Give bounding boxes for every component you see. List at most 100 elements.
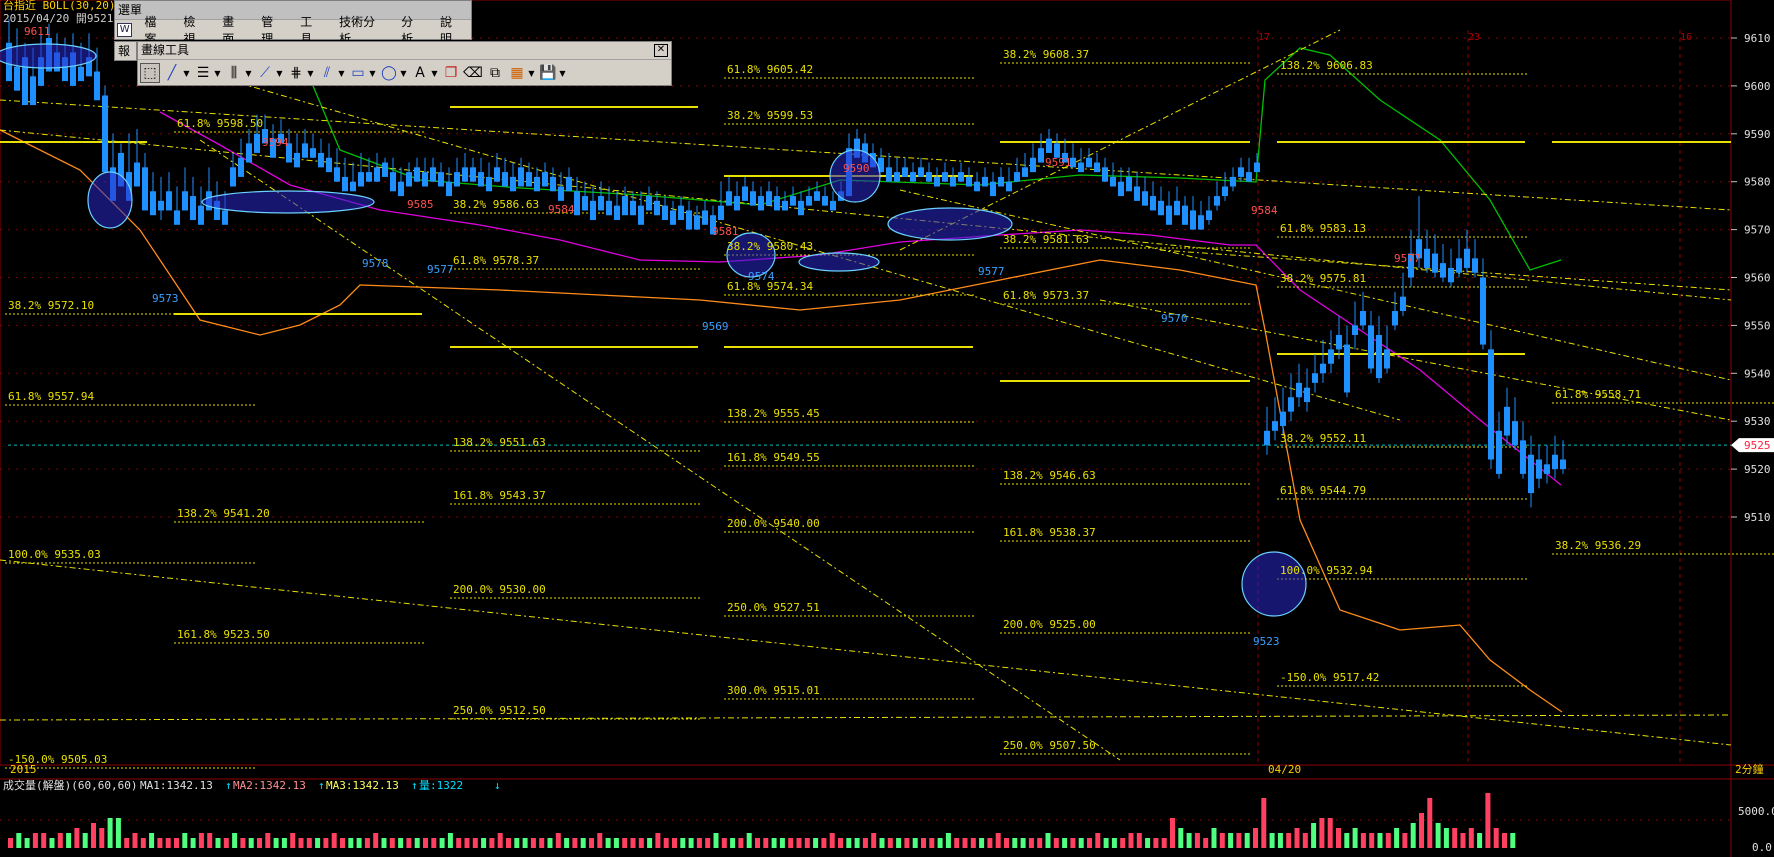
candle-body <box>734 196 740 211</box>
price-tick-label: 9610 <box>1744 32 1771 45</box>
candle-body <box>542 172 548 187</box>
fib-level-label: 138.2% 9551.63 <box>453 436 546 449</box>
volume-bar <box>331 833 337 848</box>
volume-bar <box>622 838 628 848</box>
channel-tool-button[interactable]: ⫽ ▼ <box>317 62 346 84</box>
chevron-down-icon[interactable]: ▼ <box>306 69 315 78</box>
fib-level-label: 38.2% 9572.10 <box>8 299 94 312</box>
volume-bar <box>937 838 943 848</box>
volume-bar <box>298 838 304 848</box>
chevron-down-icon[interactable]: ▼ <box>399 69 408 78</box>
chevron-down-icon[interactable]: ▼ <box>337 69 346 78</box>
chevron-down-icon[interactable]: ▼ <box>368 69 377 78</box>
volume-bar <box>1211 828 1217 848</box>
clone-tool-button[interactable]: ⧉ <box>485 62 505 84</box>
candle-body <box>966 176 972 187</box>
candle-body <box>1344 344 1350 393</box>
volume-bar <box>290 833 296 848</box>
timeframe-label[interactable]: 2分鐘 <box>1735 762 1764 776</box>
pivot-label: 9573 <box>152 292 179 305</box>
candle-body <box>982 176 988 187</box>
pivot-label: 9611 <box>24 25 51 38</box>
rect-tool-button[interactable]: ▭ ▼ <box>348 62 377 84</box>
pivot-label: 9569 <box>702 320 729 333</box>
candle-body <box>558 186 564 201</box>
chevron-down-icon[interactable]: ▼ <box>430 69 439 78</box>
volume-bar <box>1194 833 1200 848</box>
fib-level-label: -150.0% 9517.42 <box>1280 671 1379 684</box>
chevron-down-icon[interactable]: ▼ <box>182 69 191 78</box>
volume-bar <box>1385 833 1391 848</box>
chevron-down-icon[interactable]: ▼ <box>527 69 536 78</box>
fib-level-label: 138.2% 9555.45 <box>727 407 820 420</box>
volume-bar <box>381 838 387 848</box>
candle-body <box>614 205 620 221</box>
close-icon[interactable]: ✕ <box>654 44 668 57</box>
app-icon[interactable]: W <box>117 23 133 37</box>
ellipse-tool-button[interactable]: ◯ ▼ <box>379 62 408 84</box>
fib-level-label: 61.8% 9573.37 <box>1003 289 1089 302</box>
hline-tool-button[interactable]: ☰ ▼ <box>193 62 222 84</box>
candle-body <box>1118 181 1124 197</box>
volume-bar <box>838 838 843 848</box>
volume-bar <box>373 833 379 848</box>
fib-tool-button[interactable]: ⋕ ▼ <box>286 62 315 84</box>
line-tool-button[interactable]: ╱ ▼ <box>162 62 191 84</box>
drawing-toolbox-title[interactable]: 畫線工具 ✕ <box>138 42 671 60</box>
candle-body <box>1328 349 1334 364</box>
chart-canvas[interactable]: 61.8% 9605.42 38.2% 9599.53 38.2% 9608.37 1… <box>0 0 1774 857</box>
trend-line <box>899 189 1732 381</box>
text-tool-button[interactable]: A ▼ <box>410 62 439 84</box>
fib-level-label: 161.8% 9549.55 <box>727 451 820 464</box>
volume-bar <box>613 838 619 848</box>
fib-level-label: 38.2% 9599.53 <box>727 109 813 122</box>
select-tool-button[interactable]: ⬚ <box>140 62 160 84</box>
vline-tool-button[interactable]: ⫼ ▼ <box>224 62 253 84</box>
volume-bar <box>1004 838 1009 848</box>
candle-body <box>1560 459 1566 470</box>
select-tool-icon: ⬚ <box>140 63 160 83</box>
volume-bar <box>398 838 404 848</box>
candle-body <box>758 196 764 211</box>
candle-body <box>1134 186 1140 201</box>
volume-bar <box>547 838 553 848</box>
highlight-ellipse <box>829 149 881 203</box>
eraser-tool-button[interactable]: ⌫ <box>463 62 483 84</box>
highlight-ellipse <box>798 252 880 272</box>
volume-bar <box>74 828 80 848</box>
volume-bar <box>796 838 802 848</box>
candle-body <box>1424 248 1430 268</box>
volume-bar <box>389 838 395 848</box>
volume-bar <box>564 838 570 848</box>
fan-tool-button[interactable]: ⟋ ▼ <box>255 62 284 84</box>
volume-ma1-arrow: ↑ <box>225 779 232 792</box>
chevron-down-icon[interactable]: ▼ <box>558 69 567 78</box>
palette-tool-icon: ▦ <box>510 65 524 81</box>
volume-bar <box>1435 823 1441 848</box>
candle-body <box>1190 210 1196 230</box>
chevron-down-icon[interactable]: ▼ <box>213 69 222 78</box>
candle-body <box>622 196 628 216</box>
candle-body <box>150 191 156 216</box>
pivot-label: 9590 <box>843 162 870 175</box>
candle-body <box>934 176 940 187</box>
candle-body <box>1158 200 1164 216</box>
hidden-report-tab[interactable]: 報 <box>114 41 137 61</box>
volume-bar <box>1311 823 1317 848</box>
candle-body <box>766 191 772 206</box>
volume-bar <box>970 838 976 848</box>
fib-level-label: 138.2% 9606.83 <box>1280 59 1373 72</box>
copy-tool-button[interactable]: ❐ <box>441 62 461 84</box>
palette-tool-button[interactable]: ▦ ▼ <box>507 62 536 84</box>
chevron-down-icon[interactable]: ▼ <box>244 69 253 78</box>
volume-bar <box>66 833 72 848</box>
candle-body <box>1126 176 1132 192</box>
fib-level-label: 200.0% 9530.00 <box>453 583 546 596</box>
candle-body <box>678 205 684 221</box>
volume-bar <box>273 838 279 848</box>
save-tool-button[interactable]: 💾 ▼ <box>538 62 567 84</box>
chevron-down-icon[interactable]: ▼ <box>275 69 284 78</box>
candle-body <box>526 172 532 187</box>
menu-window[interactable]: 選單 W 檔案 檢視 畫面 管理 工具 技術分析 分析 說明 <box>114 0 472 46</box>
volume-bar <box>987 838 993 848</box>
